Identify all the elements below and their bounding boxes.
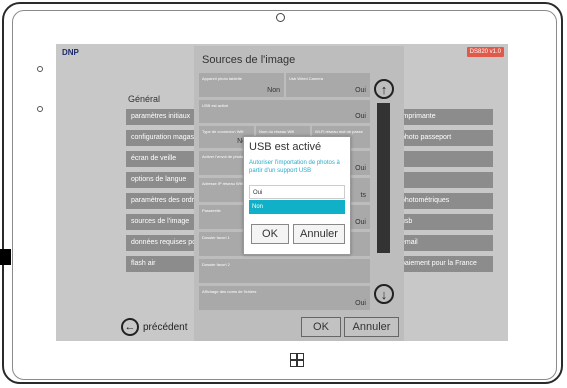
field-label: Activer l'envoi de photos [202,154,246,159]
field-label: USB est activé [202,103,229,108]
arrow-down-circle-icon[interactable]: ↓ [374,284,394,304]
dialog-option-oui[interactable]: Oui [249,185,345,199]
menu-item-screensaver[interactable]: écran de veille [126,151,198,167]
dialog-option-non[interactable]: Non [249,200,345,214]
menu-item-passport-photo[interactable]: photo passeport [396,130,493,146]
menu-item-flash-air[interactable]: flash air [126,256,198,272]
section-title: Général [128,94,161,104]
menu-item-language[interactable]: options de langue [126,172,198,188]
scrollbar[interactable] [377,103,390,253]
windows-logo-icon[interactable] [290,353,304,367]
panel-ok-button[interactable]: OK [301,317,341,337]
setting-field[interactable]: Usb Wired Camera Oui [286,73,370,97]
menu-item-photometric[interactable]: photométriques [396,193,493,209]
menu-item-blank[interactable] [396,151,493,167]
field-value: Non [267,87,280,94]
arrow-left-circle-icon: ← [121,318,139,336]
field-label: Passerelle [202,208,221,213]
menu-item-required-data[interactable]: données requises pour [126,235,198,251]
panel-cancel-button[interactable]: Annuler [344,317,399,337]
menu-item-usb[interactable]: usb [396,214,493,230]
dialog-title: USB est activé [249,141,322,153]
menu-item-image-sources[interactable]: sources de l'image [126,214,198,230]
menu-item-email[interactable]: email [396,235,493,251]
panel-title: Sources de l'image [202,54,296,66]
field-label: Usb Wired Camera [289,76,324,81]
usb-dialog: USB est activé Autoriser l'importation d… [243,136,351,255]
dialog-ok-button[interactable]: OK [251,224,289,244]
side-sensor-dot [37,66,43,72]
side-sensor-dot [37,106,43,112]
brand-logo: DNP [62,48,79,57]
field-value: Oui [355,165,366,172]
menu-item-initial-settings[interactable]: paramètres initiaux [126,109,198,125]
settings-menu-right: imprimante photo passeport photométrique… [396,109,493,277]
field-label: Adresse IP réseau Wifi [202,181,243,186]
field-label: Type de connexion Wifi [202,129,244,134]
setting-field[interactable]: Dossier favori 2 [199,259,370,283]
setting-field[interactable]: USB est activé Oui [199,100,370,123]
menu-item-payment-france[interactable]: paiement pour la France [396,256,493,272]
field-label: Affichage des noms de fichiers [202,289,257,294]
field-label: Appareil photo tablette [202,76,243,81]
field-value: Oui [355,87,366,94]
app-screen: DNP DS820 v1.0 Général paramètres initia… [56,44,508,341]
menu-item-printer[interactable]: imprimante [396,109,493,125]
field-label: Wi-Fi réseau mot de passe [315,129,363,134]
back-button-label: précédent [143,321,188,333]
dialog-cancel-button[interactable]: Annuler [293,224,345,244]
menu-item-store-config[interactable]: configuration magasin [126,130,198,146]
back-button[interactable]: ← précédent [121,316,187,338]
camera-icon [276,13,285,22]
field-value: Oui [355,300,366,307]
version-badge: DS820 v1.0 [466,47,504,57]
field-label: Nom du réseau Wifi [259,129,295,134]
field-value: Oui [355,219,366,226]
field-value: ts [360,192,366,199]
settings-menu-left: paramètres initiaux configuration magasi… [126,109,198,277]
dialog-message: Autoriser l'importation de photos à part… [249,160,340,174]
field-value: Oui [355,113,366,120]
menu-item-order-settings[interactable]: paramètres des ordres [126,193,198,209]
setting-field[interactable]: Affichage des noms de fichiers Oui [199,286,370,310]
field-label: Dossier favori 2 [202,262,230,267]
arrow-up-circle-icon[interactable]: ↑ [374,79,394,99]
side-tab-marker [0,249,11,265]
menu-item-blank[interactable] [396,172,493,188]
setting-field[interactable]: Appareil photo tablette Non [199,73,284,97]
field-label: Dossier favori 1 [202,235,230,240]
